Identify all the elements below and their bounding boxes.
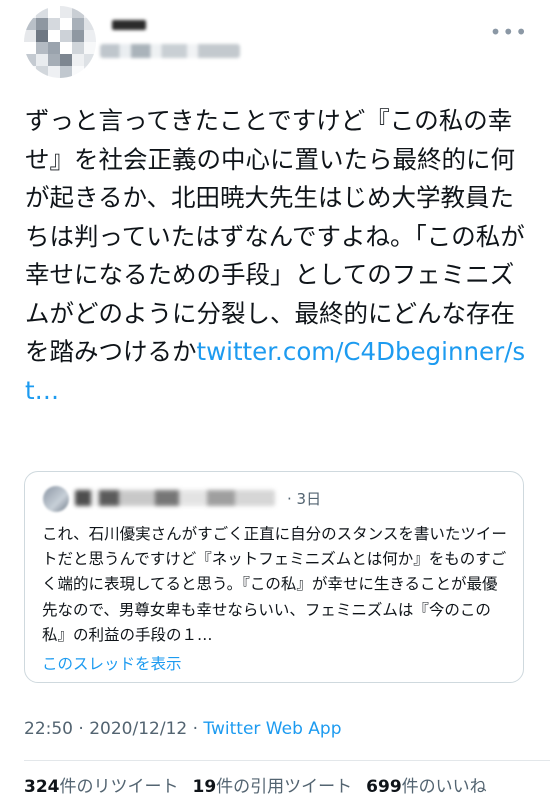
tweet-source-app[interactable]: Twitter Web App: [203, 719, 341, 739]
tweet-time[interactable]: 22:50: [24, 719, 73, 739]
quotes-label: 件の引用ツイート: [216, 777, 353, 797]
quotes-count: 19: [192, 777, 217, 797]
quote-author-avatar: [43, 486, 69, 512]
tweet-stats: 324件のリツイート 19件の引用ツイート 699件のいいね: [24, 772, 487, 797]
tweet-metadata: 22:50 · 2020/12/12 · Twitter Web App: [24, 719, 341, 739]
quote-body: これ、石川優実さんがすごく正直に自分のスタンスを書いたツイートだと思うんですけど…: [42, 525, 507, 644]
retweets-count: 324: [24, 777, 60, 797]
author-handle-redacted[interactable]: [100, 44, 240, 58]
likes-count: 699: [366, 777, 402, 797]
quote-tweet-card[interactable]: · 3日 これ、石川優実さんがすごく正直に自分のスタンスを書いたツイートだと思う…: [24, 471, 524, 683]
quote-timestamp[interactable]: · 3日: [287, 488, 321, 509]
tweet-date[interactable]: 2020/12/12: [89, 719, 187, 739]
quotes-stat[interactable]: 19件の引用ツイート: [193, 777, 353, 797]
likes-stat[interactable]: 699件のいいね: [366, 777, 487, 797]
meta-separator: ·: [187, 719, 204, 739]
tweet-text: ずっと言ってきたことですけど『この私の幸せ』を社会正義の中心に置いたら最終的に何…: [25, 102, 530, 410]
likes-label: 件のいいね: [401, 777, 487, 797]
quote-author-name-redacted: [75, 490, 275, 506]
author-name-redacted[interactable]: [112, 20, 146, 30]
meta-separator: ·: [73, 719, 90, 739]
show-thread-link[interactable]: このスレッドを表示: [42, 652, 182, 674]
divider: [24, 760, 550, 761]
retweets-label: 件のリツイート: [59, 777, 179, 797]
tweet-body: ずっと言ってきたことですけど『この私の幸せ』を社会正義の中心に置いたら最終的に何…: [25, 106, 525, 366]
author-avatar[interactable]: [24, 6, 96, 78]
more-horizontal-icon: •••: [489, 20, 528, 44]
more-options-button[interactable]: •••: [490, 22, 528, 42]
retweets-stat[interactable]: 324件のリツイート: [24, 777, 179, 797]
